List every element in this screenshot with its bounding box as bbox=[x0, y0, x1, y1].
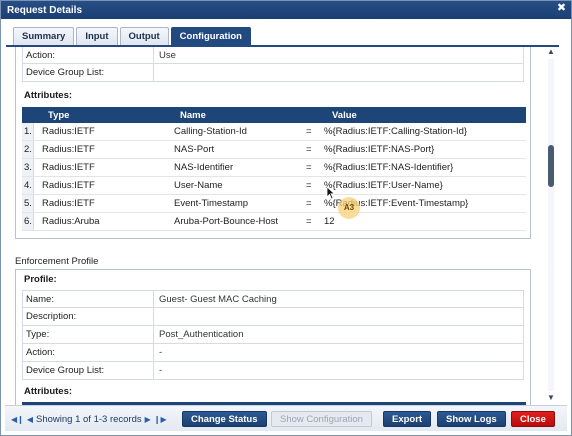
col-value: Value bbox=[332, 110, 357, 121]
attr-value: %{Radius:IETF:NAS-Port} bbox=[324, 144, 435, 155]
dialog-footer: ◀❙ ◀ Showing 1 of 1-3 records ▶ ❙▶ Chang… bbox=[5, 405, 567, 431]
scroll-down-icon[interactable]: ▼ bbox=[546, 393, 556, 403]
profile-description-label: Description: bbox=[23, 308, 154, 325]
pager-text: Showing 1 of 1-3 records bbox=[36, 414, 142, 425]
action-label: Action: bbox=[23, 47, 154, 64]
action-value: Use bbox=[159, 50, 176, 61]
table-row: 1. Radius:IETF Calling-Station-Id = %{Ra… bbox=[22, 123, 526, 141]
profile-device-group-row: Device Group List: - bbox=[22, 362, 524, 380]
tab-input[interactable]: Input bbox=[76, 27, 118, 46]
attr-type: Radius:IETF bbox=[42, 126, 95, 137]
table-row: 3. Radius:IETF NAS-Identifier = %{Radius… bbox=[22, 159, 526, 177]
profile-type-value: Post_Authentication bbox=[159, 329, 244, 340]
scroll-up-icon[interactable]: ▲ bbox=[546, 47, 556, 57]
profile-device-group-label: Device Group List: bbox=[23, 362, 154, 379]
close-icon[interactable]: ✖ bbox=[556, 3, 567, 14]
attr-operator: = bbox=[306, 216, 312, 227]
attr-type: Radius:IETF bbox=[42, 198, 95, 209]
attr-operator: = bbox=[306, 144, 312, 155]
tab-configuration[interactable]: Configuration bbox=[170, 27, 251, 46]
last-page-icon[interactable]: ❙▶ bbox=[154, 415, 167, 424]
profile-name-value: Guest- Guest MAC Caching bbox=[159, 294, 277, 305]
table-row: 5. Radius:IETF Event-Timestamp = %{Radiu… bbox=[22, 195, 526, 213]
scroll-thumb[interactable] bbox=[548, 145, 554, 187]
upper-config-panel: Action: Use Device Group List: Attribute… bbox=[15, 47, 531, 239]
row-index: 2. bbox=[22, 141, 34, 158]
attr-name: NAS-Port bbox=[174, 144, 215, 155]
attr-name: Event-Timestamp bbox=[174, 198, 249, 209]
pager: ◀❙ ◀ Showing 1 of 1-3 records ▶ ❙▶ bbox=[11, 414, 170, 425]
request-details-dialog: Request Details ✖ Summary Input Output C… bbox=[0, 0, 572, 436]
enforcement-profile-heading: Enforcement Profile bbox=[15, 256, 99, 267]
first-page-icon[interactable]: ◀❙ bbox=[11, 415, 24, 424]
prev-page-icon[interactable]: ◀ bbox=[27, 415, 33, 424]
mouse-cursor-icon bbox=[326, 186, 336, 200]
change-status-button[interactable]: Change Status bbox=[182, 411, 267, 427]
show-configuration-button[interactable]: Show Configuration bbox=[271, 411, 372, 427]
next-page-icon[interactable]: ▶ bbox=[145, 415, 151, 424]
profile-attributes-heading: Attributes: bbox=[24, 386, 73, 397]
attr-value: %{Radius:IETF:NAS-Identifier} bbox=[324, 162, 454, 173]
row-index: 1. bbox=[22, 123, 34, 140]
vertical-scrollbar[interactable]: ▲ ▼ bbox=[545, 47, 557, 403]
profile-action-value: - bbox=[159, 347, 163, 358]
tab-summary[interactable]: Summary bbox=[13, 27, 75, 46]
profile-heading: Profile: bbox=[24, 274, 57, 285]
attr-operator: = bbox=[306, 126, 312, 137]
profile-name-row: Name: Guest- Guest MAC Caching bbox=[22, 290, 524, 308]
profile-name-label: Name: bbox=[23, 291, 154, 308]
attr-type: Radius:IETF bbox=[42, 180, 95, 191]
profile-type-label: Type: bbox=[23, 326, 154, 343]
tab-output[interactable]: Output bbox=[119, 27, 169, 46]
col-name: Name bbox=[180, 110, 206, 121]
attr-name: Calling-Station-Id bbox=[174, 126, 247, 137]
attr-name: NAS-Identifier bbox=[174, 162, 234, 173]
action-row: Action: Use bbox=[22, 47, 524, 64]
profile-action-row: Action: - bbox=[22, 344, 524, 362]
attr-operator: = bbox=[306, 198, 312, 209]
dialog-titlebar: Request Details ✖ bbox=[1, 1, 571, 19]
attr-operator: = bbox=[306, 180, 312, 191]
attr-name: User-Name bbox=[174, 180, 223, 191]
row-index: 5. bbox=[22, 195, 34, 212]
device-group-row: Device Group List: bbox=[22, 64, 524, 82]
attr-value: 12 bbox=[324, 216, 335, 227]
attr-operator: = bbox=[306, 162, 312, 173]
col-type: Type bbox=[48, 110, 70, 121]
export-button[interactable]: Export bbox=[383, 411, 432, 427]
attributes-heading: Attributes: bbox=[24, 90, 73, 101]
attr-type: Radius:IETF bbox=[42, 162, 95, 173]
scroll-track[interactable] bbox=[548, 59, 554, 391]
row-index: 4. bbox=[22, 177, 34, 194]
configuration-content[interactable]: Action: Use Device Group List: Attribute… bbox=[9, 47, 540, 405]
profile-device-group-value: - bbox=[159, 365, 163, 376]
profile-action-label: Action: bbox=[23, 344, 154, 361]
table-row: 6. Radius:Aruba Aruba-Port-Bounce-Host =… bbox=[22, 213, 526, 231]
close-button[interactable]: Close bbox=[511, 411, 555, 427]
attr-type: Radius:IETF bbox=[42, 144, 95, 155]
attr-name: Aruba-Port-Bounce-Host bbox=[174, 216, 279, 227]
row-index: 3. bbox=[22, 159, 34, 176]
table-row: 4. Radius:IETF User-Name = %{Radius:IETF… bbox=[22, 177, 526, 195]
show-logs-button[interactable]: Show Logs bbox=[437, 411, 506, 427]
profile-description-row: Description: bbox=[22, 308, 524, 326]
dialog-title: Request Details bbox=[7, 5, 83, 16]
profile-type-row: Type: Post_Authentication bbox=[22, 326, 524, 344]
table-row: 2. Radius:IETF NAS-Port = %{Radius:IETF:… bbox=[22, 141, 526, 159]
attributes-table-header: Type Name Value bbox=[22, 107, 526, 123]
tab-bar: Summary Input Output Configuration bbox=[13, 27, 253, 46]
attr-value: %{Radius:IETF:Calling-Station-Id} bbox=[324, 126, 468, 137]
click-indicator-badge: A3 bbox=[338, 197, 360, 219]
enforcement-profile-panel: Profile: Name: Guest- Guest MAC Caching … bbox=[15, 269, 531, 405]
attr-type: Radius:Aruba bbox=[42, 216, 100, 227]
attr-value: %{Radius:IETF:User-Name} bbox=[324, 180, 443, 191]
row-index: 6. bbox=[22, 213, 34, 230]
device-group-label: Device Group List: bbox=[23, 64, 154, 81]
